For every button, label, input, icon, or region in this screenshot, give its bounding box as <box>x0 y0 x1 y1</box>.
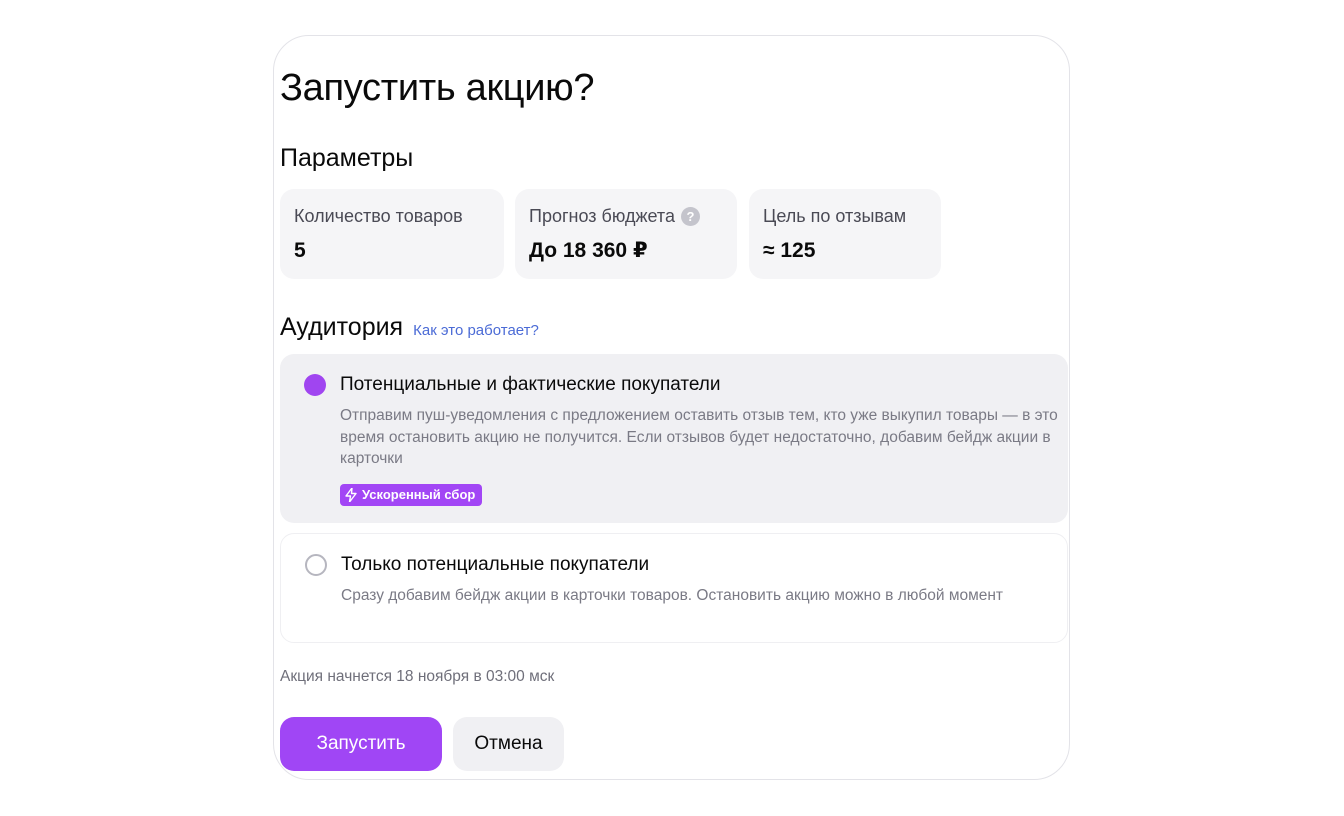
params-section-title: Параметры <box>280 144 414 172</box>
option-description: Отправим пуш-уведомления с предложением … <box>340 407 1058 467</box>
how-it-works-link[interactable]: Как это работает? <box>413 322 539 339</box>
radio-unselected[interactable] <box>305 554 327 576</box>
products-count-label: Количество товаров <box>294 206 463 226</box>
products-count-value: 5 <box>294 239 306 262</box>
bolt-icon <box>345 488 357 502</box>
launch-promo-dialog: Запустить акцию? Параметры Количество то… <box>273 35 1070 780</box>
option-title: Только потенциальные покупатели <box>341 554 650 575</box>
products-count-card: Количество товаров 5 <box>280 189 504 279</box>
reviews-goal-value: ≈ 125 <box>763 239 816 262</box>
audience-option-all-buyers[interactable]: Потенциальные и фактические покупатели О… <box>280 354 1068 523</box>
launch-button[interactable]: Запустить <box>280 717 442 771</box>
audience-section-title: Аудитория <box>280 313 404 341</box>
budget-forecast-label: Прогноз бюджета <box>529 206 675 226</box>
option-title: Потенциальные и фактические покупатели <box>340 374 721 395</box>
budget-forecast-value: До 18 360 ₽ <box>529 239 648 262</box>
dialog-title: Запустить акцию? <box>280 67 595 109</box>
budget-forecast-card: Прогноз бюджета ? До 18 360 ₽ <box>515 189 737 279</box>
cancel-button[interactable]: Отмена <box>453 717 564 771</box>
audience-header: Аудитория Как это работает? <box>280 312 539 342</box>
help-icon[interactable]: ? <box>680 206 700 226</box>
reviews-goal-label: Цель по отзывам <box>763 206 907 226</box>
start-time-note: Акция начнется 18 ноября в 03:00 мск <box>280 668 555 685</box>
fast-collection-badge: Ускоренный сбор <box>340 484 483 506</box>
radio-selected[interactable] <box>304 374 326 396</box>
option-description: Сразу добавим бейдж акции в карточки тов… <box>341 587 1004 604</box>
reviews-goal-card: Цель по отзывам ≈ 125 <box>749 189 941 279</box>
audience-option-potential-buyers[interactable]: Только потенциальные покупатели Сразу до… <box>280 533 1068 643</box>
badge-label: Ускоренный сбор <box>362 487 476 502</box>
